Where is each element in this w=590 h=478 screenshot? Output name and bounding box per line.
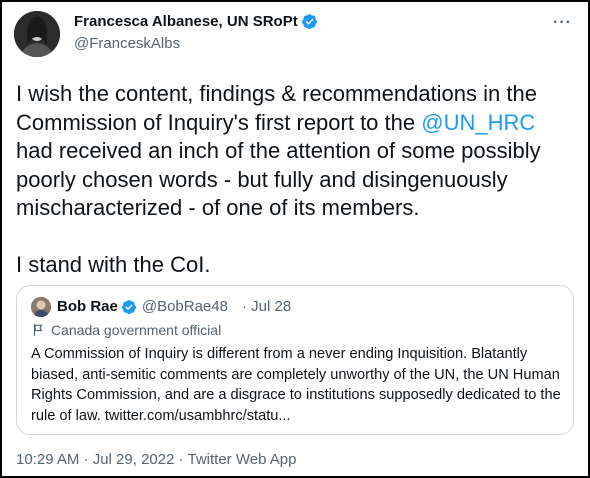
account-label: Canada government official bbox=[31, 322, 221, 338]
author-avatar[interactable] bbox=[14, 11, 60, 57]
tweet-text: I wish the content, findings & recommend… bbox=[16, 80, 578, 279]
quoted-tweet[interactable]: Bob Rae @BobRae48 · Jul 28 Canada govern… bbox=[16, 285, 574, 435]
tweet-text-part-2: had received an inch of the attention of… bbox=[16, 138, 541, 220]
verified-badge-icon bbox=[301, 14, 317, 30]
mention-link[interactable]: @UN_HRC bbox=[421, 110, 535, 135]
verified-badge-icon bbox=[121, 299, 136, 314]
quoted-tweet-date[interactable]: · Jul 28 bbox=[242, 298, 291, 315]
account-label-text: Canada government official bbox=[51, 322, 222, 338]
quoted-tweet-header: Bob Rae @BobRae48 · Jul 28 bbox=[57, 298, 291, 315]
quoted-author-avatar[interactable] bbox=[31, 297, 51, 317]
author-handle[interactable]: @FranceskAlbs bbox=[74, 35, 180, 52]
tweet-paragraph-1: I wish the content, findings & recommend… bbox=[16, 80, 578, 223]
quoted-author-handle[interactable]: @BobRae48 bbox=[142, 298, 228, 315]
author-name-row[interactable]: Francesca Albanese, UN SRoPt bbox=[74, 13, 318, 30]
tweet-paragraph-2: I stand with the CoI. bbox=[16, 251, 211, 277]
quoted-tweet-text: A Commission of Inquiry is different fro… bbox=[31, 346, 561, 424]
government-flag-icon bbox=[33, 324, 43, 336]
tweet-card: Francesca Albanese, UN SRoPt @FranceskAl… bbox=[0, 0, 590, 478]
tweet-timestamp[interactable]: 10:29 AM · Jul 29, 2022 · Twitter Web Ap… bbox=[16, 451, 296, 468]
more-options-icon[interactable]: ··· bbox=[553, 14, 572, 32]
author-name[interactable]: Francesca Albanese, UN SRoPt bbox=[74, 13, 298, 30]
quoted-author-name[interactable]: Bob Rae bbox=[57, 298, 118, 315]
